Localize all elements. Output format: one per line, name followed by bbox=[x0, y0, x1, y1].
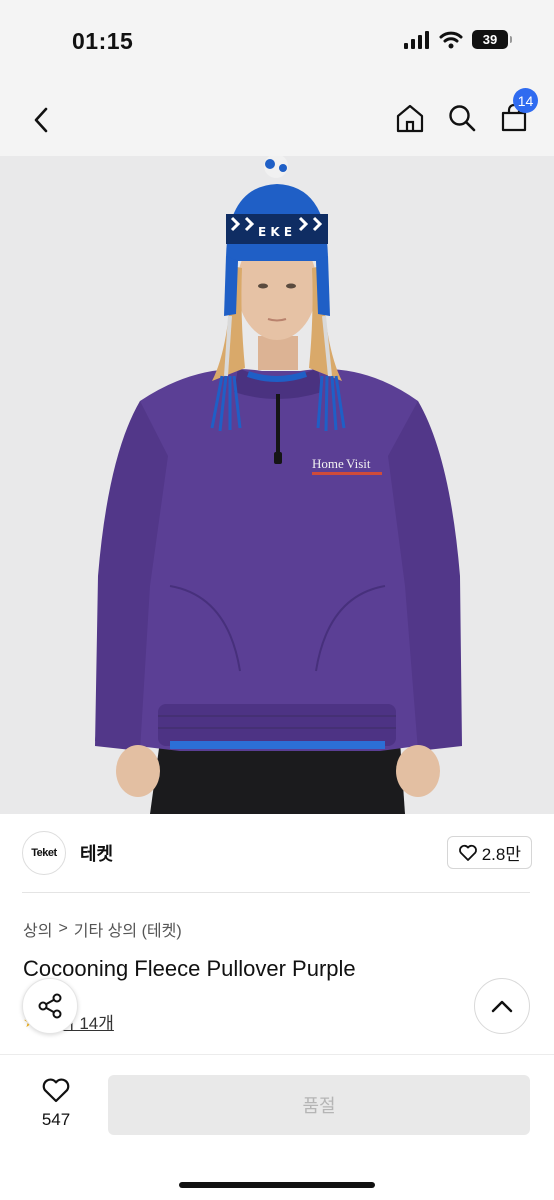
breadcrumb-separator: > bbox=[58, 920, 68, 937]
brand-like-button[interactable]: 2.8만 bbox=[446, 836, 532, 869]
search-button[interactable] bbox=[444, 100, 480, 136]
patch-text-home: Home bbox=[312, 456, 344, 471]
brand-row: Teket 테켓 2.8만 bbox=[22, 830, 532, 876]
brand-like-count: 2.8만 bbox=[481, 845, 521, 864]
bottom-action-bar: 547 품절 bbox=[0, 1054, 554, 1200]
signal-icon bbox=[404, 30, 429, 49]
breadcrumb-level1[interactable]: 상의 bbox=[23, 917, 52, 941]
breadcrumb: 상의 > 기타 상의 (테켓) bbox=[23, 917, 182, 941]
brand-name[interactable]: 테켓 bbox=[80, 840, 113, 866]
heart-icon bbox=[458, 844, 477, 861]
status-icons: 39 bbox=[404, 30, 512, 49]
heart-icon bbox=[42, 1078, 70, 1103]
hat-text: E K E bbox=[258, 225, 292, 239]
product-photo: Home Visit E K E bbox=[0, 156, 554, 814]
home-indicator bbox=[179, 1182, 375, 1188]
cart-button[interactable]: 14 bbox=[496, 88, 538, 136]
wifi-icon bbox=[439, 31, 463, 48]
search-icon bbox=[449, 105, 476, 132]
share-icon bbox=[38, 993, 62, 1019]
scroll-top-button[interactable] bbox=[474, 978, 530, 1034]
cart-count-badge: 14 bbox=[513, 88, 538, 113]
product-title: Cocooning Fleece Pullover Purple bbox=[23, 956, 356, 981]
brand-logo[interactable]: Teket bbox=[22, 831, 66, 875]
patch-text-visit: Visit bbox=[346, 456, 371, 471]
wish-button[interactable]: 547 bbox=[26, 1077, 86, 1130]
battery-icon: 39 bbox=[472, 30, 512, 49]
back-button[interactable] bbox=[24, 102, 60, 138]
share-button[interactable] bbox=[22, 978, 78, 1034]
chevron-left-icon bbox=[34, 107, 48, 133]
status-bar: 01:15 39 bbox=[0, 0, 554, 84]
wish-count: 547 bbox=[41, 1110, 71, 1129]
chevron-up-icon bbox=[491, 1000, 513, 1013]
breadcrumb-level2[interactable]: 기타 상의 (테켓) bbox=[74, 917, 182, 941]
home-icon bbox=[396, 104, 424, 133]
status-time: 01:15 bbox=[72, 28, 134, 54]
home-button[interactable] bbox=[392, 100, 428, 136]
divider bbox=[22, 892, 530, 893]
nav-bar: 14 bbox=[0, 84, 554, 156]
nav-actions: 14 bbox=[392, 88, 538, 136]
product-image[interactable]: Home Visit E K E bbox=[0, 156, 554, 814]
soldout-button[interactable]: 품절 bbox=[108, 1075, 530, 1135]
